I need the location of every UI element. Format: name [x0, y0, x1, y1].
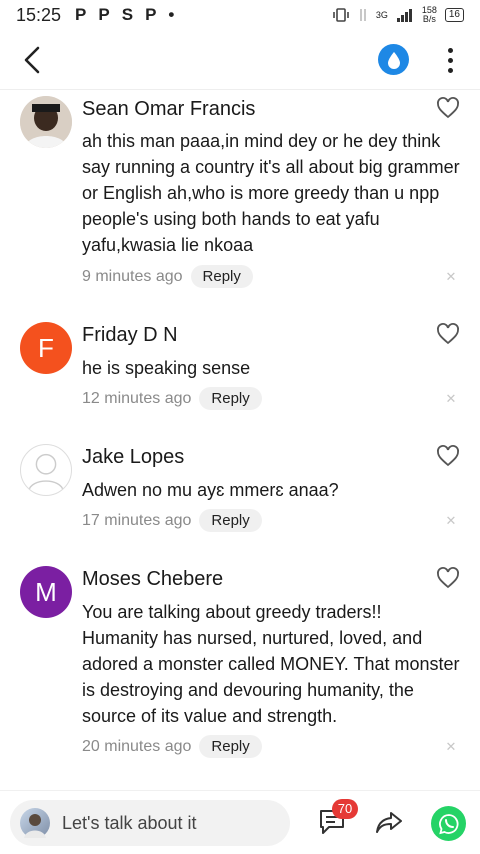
whatsapp-button[interactable] — [431, 806, 466, 841]
heart-icon[interactable] — [436, 322, 460, 346]
app-p-icon: P — [145, 5, 157, 24]
heart-icon[interactable] — [436, 566, 460, 590]
comment-time: 17 minutes ago — [82, 511, 192, 529]
more-vertical-icon — [447, 47, 453, 53]
comment-text: he is speaking sense — [82, 358, 251, 378]
vibrate-icon — [333, 8, 349, 22]
app-s-icon: S — [121, 5, 134, 24]
reply-button[interactable]: Reply — [190, 265, 253, 288]
comment-time: 12 minutes ago — [82, 389, 192, 407]
app-p-icon: P — [75, 5, 87, 24]
user-photo-icon — [24, 814, 46, 838]
status-bar: 15:25 P P S P • 3G 158 B/s 16 — [0, 0, 480, 30]
comment-text: Adwen no mu ayɛ mmerɛ anaa? — [82, 480, 339, 500]
dot-icon: • — [168, 5, 175, 24]
more-vertical-icon — [447, 57, 453, 63]
chevron-left-icon — [24, 46, 40, 74]
signal-icon — [396, 9, 412, 22]
comment-text: You are talking about greedy traders!! H… — [82, 602, 460, 726]
comment-input[interactable]: Let's talk about it — [10, 800, 290, 846]
comment-author[interactable]: Moses Chebere — [82, 568, 223, 591]
close-icon[interactable]: ✕ — [443, 739, 459, 755]
comment-meta: 9 minutes ago Reply — [82, 265, 253, 288]
water-drop-button[interactable] — [378, 44, 409, 75]
heart-icon[interactable] — [436, 444, 460, 468]
speed-unit: B/s — [422, 14, 436, 24]
comment-meta: 12 minutes ago Reply — [82, 387, 262, 410]
comment-meta: 17 minutes ago Reply — [82, 509, 262, 532]
close-icon[interactable]: ✕ — [443, 391, 459, 407]
comment-author[interactable]: Jake Lopes — [82, 446, 184, 469]
reply-button[interactable]: Reply — [199, 509, 262, 532]
app-p-icon: P — [98, 5, 110, 24]
network-speed: 158 B/s — [422, 6, 437, 24]
reply-button[interactable]: Reply — [199, 387, 262, 410]
comment-placeholder: Let's talk about it — [62, 812, 197, 833]
user-avatar — [20, 808, 50, 838]
avatar[interactable] — [20, 444, 72, 496]
battery-icon: 16 — [444, 8, 464, 22]
more-vertical-icon — [447, 67, 453, 73]
status-time: 15:25 — [16, 4, 62, 25]
status-right: 3G 158 B/s 16 — [332, 6, 464, 24]
reply-button[interactable]: Reply — [199, 735, 262, 758]
data-arrows-icon — [360, 9, 366, 21]
comment-text: ah this man paaa,in mind dey or he dey t… — [82, 131, 460, 255]
network-type: 3G — [375, 9, 388, 20]
user-photo-icon — [20, 96, 72, 148]
top-bar — [0, 30, 480, 90]
back-button[interactable] — [16, 44, 48, 76]
close-icon[interactable]: ✕ — [443, 513, 459, 529]
close-icon[interactable]: ✕ — [443, 269, 459, 285]
share-icon[interactable] — [374, 807, 404, 837]
bottom-bar: Let's talk about it 70 — [0, 790, 480, 854]
avatar[interactable] — [20, 96, 72, 148]
notification-icons: P P S P • — [75, 5, 174, 25]
heart-icon[interactable] — [436, 96, 460, 120]
comment-count-badge: 70 — [332, 799, 358, 819]
comment-time: 9 minutes ago — [82, 267, 183, 285]
comment-author[interactable]: Sean Omar Francis — [82, 98, 255, 121]
comment-author[interactable]: Friday D N — [82, 324, 178, 347]
water-drop-icon — [387, 51, 400, 69]
comment-time: 20 minutes ago — [82, 737, 192, 755]
comment-meta: 20 minutes ago Reply — [82, 735, 262, 758]
avatar[interactable]: M — [20, 566, 72, 618]
more-options-button[interactable] — [436, 44, 464, 76]
avatar[interactable]: F — [20, 322, 72, 374]
whatsapp-icon — [438, 813, 458, 834]
default-user-icon — [27, 453, 65, 492]
